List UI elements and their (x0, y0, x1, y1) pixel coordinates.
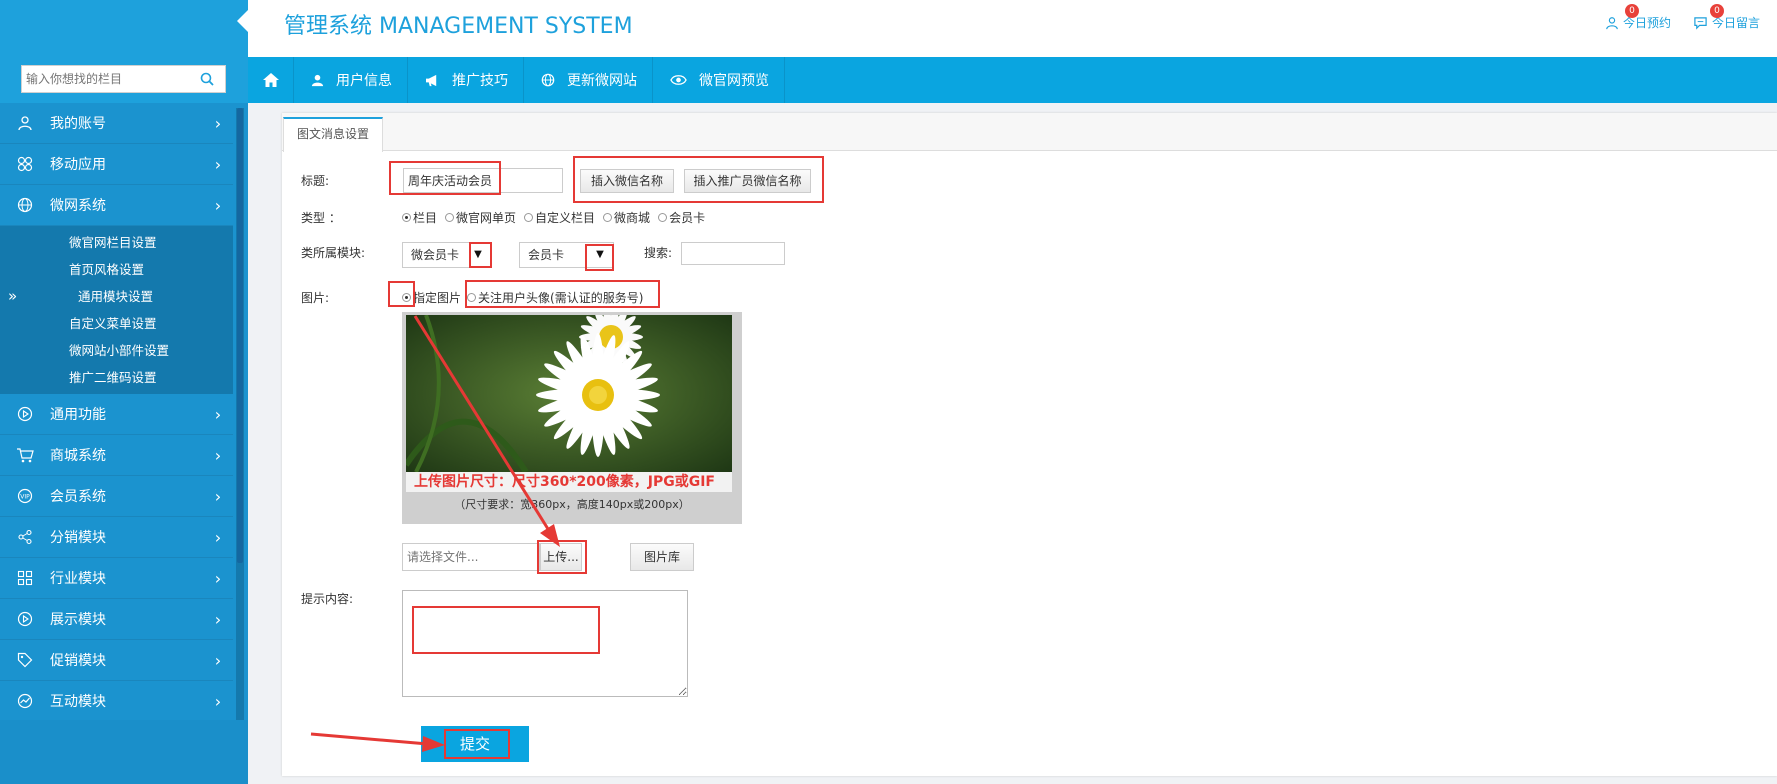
app-root: 我的账号 › 移动应用 › 微网系统 › 微官网栏目设置 首页风格设置 »通用模… (0, 0, 1777, 784)
annotation-arrows (310, 315, 560, 752)
annotation-arrow-upload (413, 315, 555, 538)
annotation-arrow-submit (310, 732, 429, 746)
arrowhead-icon (422, 736, 445, 752)
arrowhead-icon (540, 524, 560, 547)
